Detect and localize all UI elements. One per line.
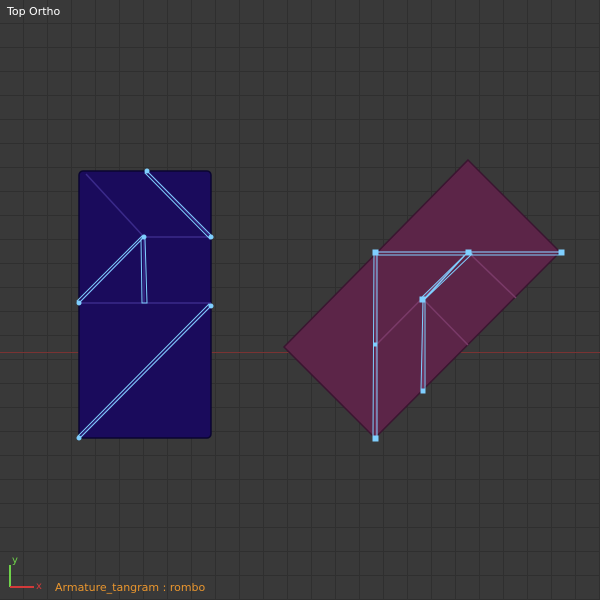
y-axis-label: y [12,555,18,566]
tangram-rhombus-model[interactable] [282,158,565,442]
axis-gizmo: y x [9,555,42,592]
x-axis-label: x [36,581,42,592]
3d-viewport[interactable]: Top Ortho y x Armature_tangram: rombo [0,0,600,600]
scene[interactable] [0,0,600,600]
tangram-rectangle-model[interactable] [76,168,214,441]
active-object-label: Armature_tangram : rombo [55,581,206,594]
